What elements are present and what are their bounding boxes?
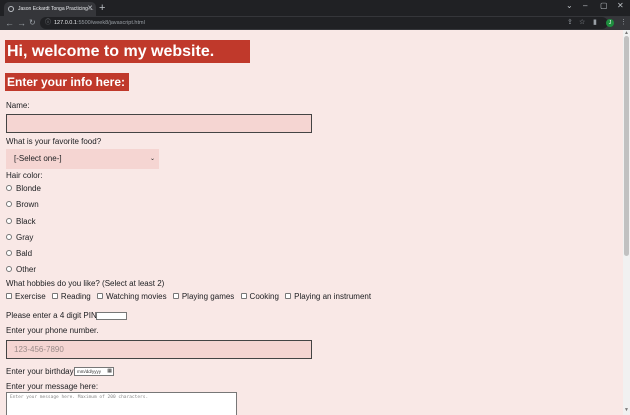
hobby-cooking[interactable]: Cooking <box>240 292 279 302</box>
scroll-down-icon[interactable]: ▼ <box>624 407 629 413</box>
address-bar[interactable]: ⓘ 127.0.0.1:5500/week8/javascript.html <box>40 17 608 29</box>
globe-icon <box>8 6 14 12</box>
hair-option-label: Other <box>16 265 37 274</box>
phone-input[interactable]: 123-456-7890 <box>6 340 312 359</box>
hobby-label: Watching movies <box>105 292 167 301</box>
scrollbar-thumb[interactable] <box>624 36 629 256</box>
side-panel-icon[interactable]: ▮ <box>593 17 597 29</box>
url-path: :5500/week8/javascript.html <box>76 20 145 26</box>
page-heading: Hi, welcome to my website. <box>5 40 250 63</box>
hobby-playing-games[interactable]: Playing games <box>172 292 235 302</box>
birthday-input[interactable]: mm/dd/yyyy ▦ <box>74 367 114 376</box>
name-input[interactable] <box>6 114 312 133</box>
message-label: Enter your message here: <box>6 382 99 391</box>
birthday-placeholder: mm/dd/yyyy <box>77 369 102 374</box>
browser-toolbar: ← → ↻ ⓘ 127.0.0.1:5500/week8/javascript.… <box>0 16 630 30</box>
profile-avatar[interactable]: J <box>606 19 614 27</box>
hobbies-group: Exercise Reading Watching movies Playing… <box>6 292 375 302</box>
reload-icon[interactable]: ↻ <box>29 17 36 29</box>
hair-option-label: Gray <box>16 233 34 242</box>
minimize-button[interactable]: – <box>583 0 587 12</box>
hair-option-label: Brown <box>16 200 39 209</box>
tab-search-icon[interactable]: ⌄ <box>566 0 573 12</box>
hair-option-bald[interactable]: Bald <box>6 249 32 259</box>
hobby-label: Playing games <box>181 292 235 301</box>
info-icon[interactable]: ⓘ <box>45 17 51 29</box>
food-select[interactable]: [-Select one-] ⌄ <box>6 149 159 169</box>
page-scrollbar[interactable]: ▲ ▼ <box>623 30 630 415</box>
checkbox[interactable] <box>96 292 103 299</box>
birthday-label: Enter your birthday: <box>6 367 76 376</box>
share-icon[interactable]: ⇪ <box>567 17 573 29</box>
radio-button[interactable] <box>6 184 12 191</box>
pin-input[interactable] <box>96 312 127 320</box>
radio-button[interactable] <box>6 217 12 224</box>
browser-tab[interactable]: Jason Eckardt Tonga Practicing ... ✕ <box>4 2 96 16</box>
hair-option-label: Bald <box>16 249 33 258</box>
page-subheading: Enter your info here: <box>5 73 129 91</box>
message-placeholder: Enter your message here. Maximum of 200 … <box>10 395 149 400</box>
hair-option-label: Black <box>16 217 36 226</box>
food-label: What is your favorite food? <box>6 137 102 146</box>
hair-option-black[interactable]: Black <box>6 217 36 227</box>
tab-close-icon[interactable]: ✕ <box>87 2 93 16</box>
forward-icon[interactable]: → <box>17 17 26 29</box>
menu-kebab-icon[interactable]: ⋮ <box>620 17 627 29</box>
phone-placeholder: 123-456-7890 <box>14 345 64 354</box>
pin-label: Please enter a 4 digit PIN. <box>6 311 99 320</box>
bookmark-star-icon[interactable]: ☆ <box>579 17 585 29</box>
new-tab-button[interactable]: + <box>99 2 105 14</box>
hair-option-gray[interactable]: Gray <box>6 233 33 243</box>
hobby-label: Cooking <box>249 292 279 301</box>
hobby-label: Reading <box>60 292 91 301</box>
radio-button[interactable] <box>6 233 12 240</box>
phone-label: Enter your phone number. <box>6 326 99 335</box>
url-host: 127.0.0.1 <box>54 20 77 26</box>
message-textarea[interactable]: Enter your message here. Maximum of 200 … <box>6 392 237 415</box>
back-icon[interactable]: ← <box>5 17 14 29</box>
page-viewport: Hi, welcome to my website. Enter your in… <box>0 30 623 415</box>
hobby-label: Exercise <box>15 292 46 301</box>
calendar-icon[interactable]: ▦ <box>107 368 112 375</box>
checkbox[interactable] <box>172 292 179 299</box>
close-window-button[interactable]: ✕ <box>617 0 624 12</box>
hobby-exercise[interactable]: Exercise <box>6 292 46 302</box>
hobby-label: Playing an instrument <box>294 292 372 301</box>
chevron-down-icon: ⌄ <box>149 156 155 162</box>
name-label: Name: <box>6 101 30 110</box>
hobbies-label: What hobbies do you like? (Select at lea… <box>6 279 165 288</box>
hobby-watching-movies[interactable]: Watching movies <box>96 292 167 302</box>
hair-option-brown[interactable]: Brown <box>6 200 39 210</box>
hobby-playing-instrument[interactable]: Playing an instrument <box>285 292 371 302</box>
food-select-value: [-Select one-] <box>14 154 62 163</box>
hobby-reading[interactable]: Reading <box>51 292 91 302</box>
tab-title: Jason Eckardt Tonga Practicing ... <box>18 6 94 12</box>
radio-button[interactable] <box>6 265 12 272</box>
hair-label: Hair color: <box>6 171 43 180</box>
browser-tabbar: Jason Eckardt Tonga Practicing ... ✕ + ⌄… <box>0 0 630 16</box>
checkbox[interactable] <box>51 292 58 299</box>
hair-option-other[interactable]: Other <box>6 265 36 275</box>
hair-option-blonde[interactable]: Blonde <box>6 184 41 194</box>
checkbox[interactable] <box>285 292 292 299</box>
maximize-button[interactable]: ▢ <box>600 0 608 12</box>
radio-button[interactable] <box>6 249 12 256</box>
hair-option-label: Blonde <box>16 184 41 193</box>
radio-button[interactable] <box>6 200 12 207</box>
checkbox[interactable] <box>6 292 12 299</box>
checkbox[interactable] <box>240 292 247 299</box>
